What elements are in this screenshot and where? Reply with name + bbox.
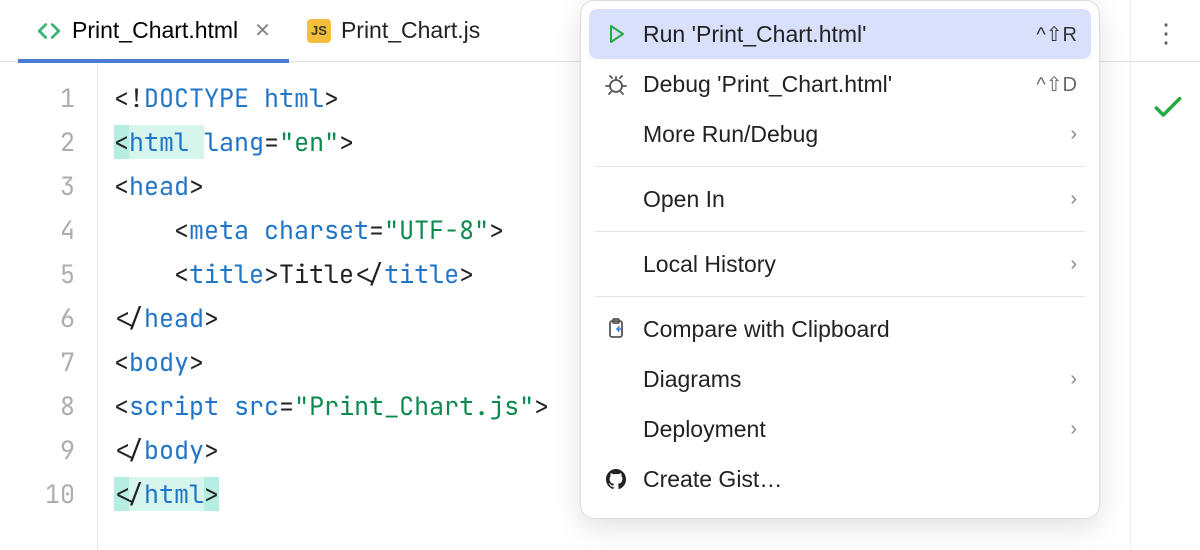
menu-separator — [595, 296, 1085, 297]
menu-item[interactable]: Deployment › — [589, 404, 1091, 454]
debug-icon — [603, 71, 629, 97]
tab-label: Print_Chart.html — [72, 17, 238, 44]
line-number: 8 — [0, 384, 75, 428]
kebab-menu-icon[interactable]: ⋮ — [1153, 18, 1178, 49]
chevron-right-icon: › — [1070, 123, 1077, 146]
menu-item[interactable]: Local History › — [589, 239, 1091, 289]
menu-item-label: Open In — [643, 186, 1056, 213]
menu-separator — [595, 231, 1085, 232]
line-number: 9 — [0, 428, 75, 472]
menu-item[interactable]: Compare with Clipboard — [589, 304, 1091, 354]
line-number: 2 — [0, 120, 75, 164]
menu-item-label: Create Gist… — [643, 466, 1077, 493]
menu-item-label: Diagrams — [643, 366, 1056, 393]
context-menu: Run 'Print_Chart.html' ^⇧R Debug 'Print_Ch… — [580, 0, 1100, 519]
line-number: 4 — [0, 208, 75, 252]
tab-print-chart-js[interactable]: JS Print_Chart.js — [289, 0, 498, 62]
keyboard-shortcut: ^⇧R — [1036, 22, 1077, 47]
tab-label: Print_Chart.js — [341, 17, 480, 44]
html-file-icon — [36, 18, 62, 44]
checkmark-icon — [1154, 96, 1182, 125]
menu-item[interactable]: Debug 'Print_Chart.html' ^⇧D — [589, 59, 1091, 109]
menu-item-label: Deployment — [643, 416, 1056, 443]
chevron-right-icon: › — [1070, 418, 1077, 441]
github-icon — [603, 466, 629, 492]
line-number: 7 — [0, 340, 75, 384]
menu-item-label: Compare with Clipboard — [643, 316, 1077, 343]
js-file-icon: JS — [307, 19, 331, 43]
close-icon[interactable]: ✕ — [254, 18, 271, 43]
chevron-right-icon: › — [1070, 368, 1077, 391]
line-number: 6 — [0, 296, 75, 340]
clipboard-icon — [603, 316, 629, 342]
line-number: 1 — [0, 76, 75, 120]
keyboard-shortcut: ^⇧D — [1036, 72, 1077, 97]
menu-item[interactable]: Diagrams › — [589, 354, 1091, 404]
menu-item-label: More Run/Debug — [643, 121, 1056, 148]
chevron-right-icon: › — [1070, 188, 1077, 211]
line-number: 10 — [0, 472, 75, 516]
chevron-right-icon: › — [1070, 253, 1077, 276]
menu-item[interactable]: Open In › — [589, 174, 1091, 224]
menu-separator — [595, 166, 1085, 167]
menu-item-label: Run 'Print_Chart.html' — [643, 21, 1022, 48]
right-gutter: ⋮ — [1130, 0, 1200, 550]
run-icon — [603, 21, 629, 47]
line-number: 3 — [0, 164, 75, 208]
menu-item-label: Local History — [643, 251, 1056, 278]
tab-print-chart-html[interactable]: Print_Chart.html ✕ — [18, 0, 289, 62]
menu-item[interactable]: More Run/Debug › — [589, 109, 1091, 159]
menu-item[interactable]: Create Gist… — [589, 454, 1091, 504]
line-number: 5 — [0, 252, 75, 296]
menu-item-label: Debug 'Print_Chart.html' — [643, 71, 1022, 98]
menu-item[interactable]: Run 'Print_Chart.html' ^⇧R — [589, 9, 1091, 59]
line-number-gutter: 12345678910 — [0, 62, 98, 550]
